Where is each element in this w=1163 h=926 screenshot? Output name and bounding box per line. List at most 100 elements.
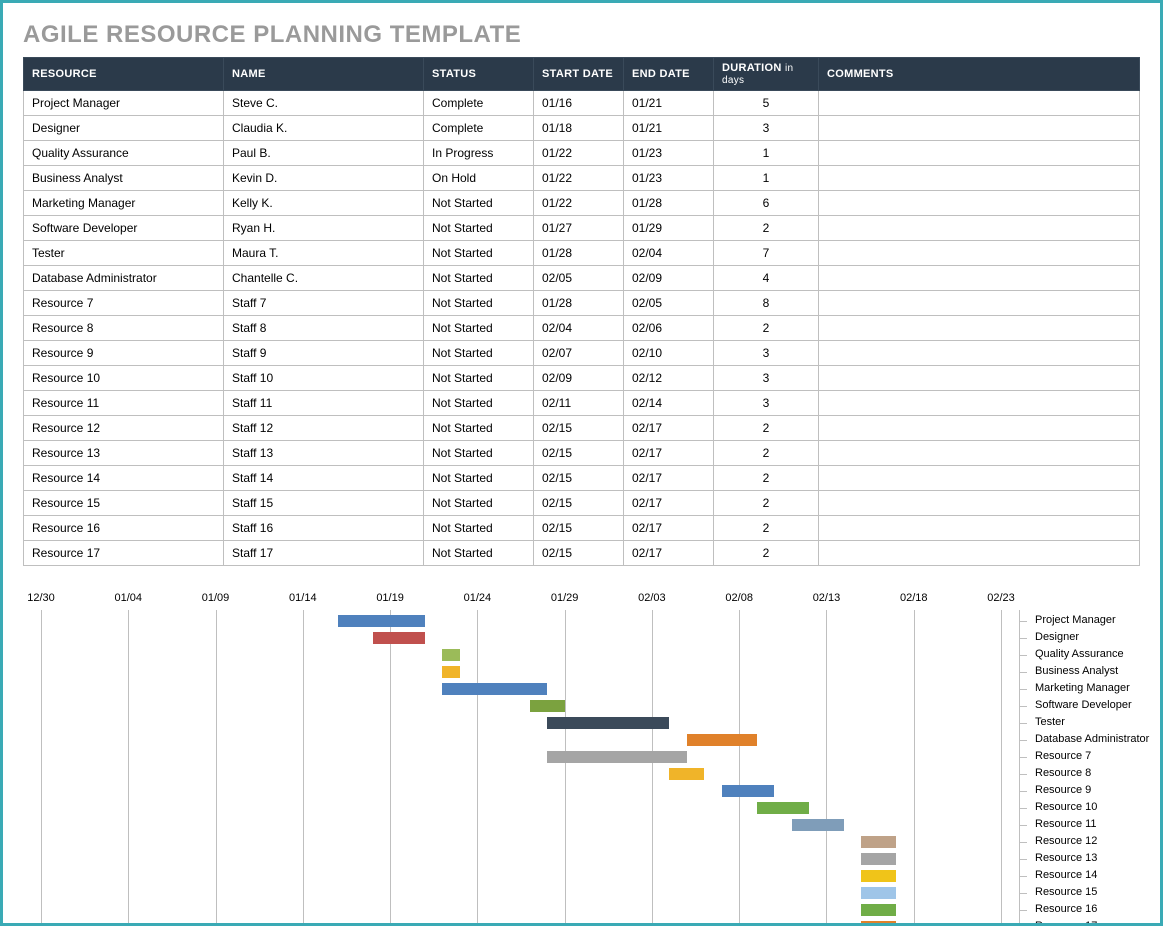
cell: Resource 13 xyxy=(24,441,224,466)
page-title: AGILE RESOURCE PLANNING TEMPLATE xyxy=(23,21,1140,49)
cell xyxy=(819,416,1140,441)
x-axis-tick-label: 02/13 xyxy=(813,592,841,604)
cell: 01/16 xyxy=(534,91,624,116)
cell: 02/04 xyxy=(534,316,624,341)
cell: 02/06 xyxy=(624,316,714,341)
y-axis-label: Software Developer xyxy=(1031,699,1132,711)
cell: Staff 14 xyxy=(224,466,424,491)
y-axis-tick xyxy=(1019,706,1027,707)
cell xyxy=(819,366,1140,391)
gridline xyxy=(914,610,915,926)
table-row: Marketing ManagerKelly K.Not Started01/2… xyxy=(24,191,1140,216)
y-axis-label: Resource 9 xyxy=(1031,784,1091,796)
cell: 01/21 xyxy=(624,91,714,116)
table-row: Software DeveloperRyan H.Not Started01/2… xyxy=(24,216,1140,241)
y-axis-label: Tester xyxy=(1031,716,1065,728)
cell: 02/04 xyxy=(624,241,714,266)
cell: Not Started xyxy=(424,216,534,241)
y-axis-tick xyxy=(1019,774,1027,775)
cell: Resource 16 xyxy=(24,516,224,541)
cell: Not Started xyxy=(424,291,534,316)
cell xyxy=(819,466,1140,491)
cell xyxy=(819,216,1140,241)
cell: 01/27 xyxy=(534,216,624,241)
cell: 02/17 xyxy=(624,491,714,516)
cell: Maura T. xyxy=(224,241,424,266)
y-axis-label: Resource 7 xyxy=(1031,750,1091,762)
cell: 1 xyxy=(714,141,819,166)
cell: Not Started xyxy=(424,516,534,541)
cell: Chantelle C. xyxy=(224,266,424,291)
x-axis-tick-label: 01/24 xyxy=(464,592,492,604)
cell: Not Started xyxy=(424,391,534,416)
cell: Staff 11 xyxy=(224,391,424,416)
cell xyxy=(819,491,1140,516)
x-axis-tick-label: 02/23 xyxy=(987,592,1015,604)
cell: 02/10 xyxy=(624,341,714,366)
table-row: Resource 8Staff 8Not Started02/0402/062 xyxy=(24,316,1140,341)
y-axis-tick xyxy=(1019,842,1027,843)
cell: Resource 9 xyxy=(24,341,224,366)
gantt-bar xyxy=(861,870,896,882)
cell: 02/05 xyxy=(534,266,624,291)
table-row: Database AdministratorChantelle C.Not St… xyxy=(24,266,1140,291)
cell xyxy=(819,391,1140,416)
y-axis-tick xyxy=(1019,757,1027,758)
cell: 01/18 xyxy=(534,116,624,141)
gantt-bar xyxy=(547,717,669,729)
cell: Resource 15 xyxy=(24,491,224,516)
y-axis-tick xyxy=(1019,791,1027,792)
y-axis-label: Resource 14 xyxy=(1031,869,1097,881)
y-axis-label: Business Analyst xyxy=(1031,665,1118,677)
cell xyxy=(819,166,1140,191)
cell: Staff 7 xyxy=(224,291,424,316)
cell: 02/07 xyxy=(534,341,624,366)
cell: Steve C. xyxy=(224,91,424,116)
cell: Resource 7 xyxy=(24,291,224,316)
cell: Not Started xyxy=(424,541,534,566)
cell: Resource 11 xyxy=(24,391,224,416)
cell: 01/22 xyxy=(534,141,624,166)
table-row: Resource 10Staff 10Not Started02/0902/12… xyxy=(24,366,1140,391)
cell: Not Started xyxy=(424,241,534,266)
cell: Staff 13 xyxy=(224,441,424,466)
gantt-bar xyxy=(722,785,774,797)
table-row: Resource 17Staff 17Not Started02/1502/17… xyxy=(24,541,1140,566)
col-duration: DURATION in days xyxy=(714,58,819,91)
gantt-bar xyxy=(442,649,459,661)
cell: 02/14 xyxy=(624,391,714,416)
document-frame: AGILE RESOURCE PLANNING TEMPLATE RESOURC… xyxy=(0,0,1163,926)
cell: Complete xyxy=(424,91,534,116)
cell: 02/17 xyxy=(624,416,714,441)
gridline xyxy=(128,610,129,926)
cell: 01/22 xyxy=(534,166,624,191)
y-axis-tick xyxy=(1019,808,1027,809)
y-axis-label: Database Administrator xyxy=(1031,733,1149,745)
y-axis-tick xyxy=(1019,621,1027,622)
gantt-bar xyxy=(861,904,896,916)
cell: Staff 17 xyxy=(224,541,424,566)
table-row: TesterMaura T.Not Started01/2802/047 xyxy=(24,241,1140,266)
cell: 01/22 xyxy=(534,191,624,216)
x-axis-tick-label: 01/19 xyxy=(376,592,404,604)
cell: 01/28 xyxy=(624,191,714,216)
cell: 1 xyxy=(714,166,819,191)
y-axis-label: Resource 17 xyxy=(1031,920,1097,926)
table-row: Resource 14Staff 14Not Started02/1502/17… xyxy=(24,466,1140,491)
cell: 3 xyxy=(714,366,819,391)
cell: Resource 12 xyxy=(24,416,224,441)
cell: Complete xyxy=(424,116,534,141)
x-axis-tick-label: 01/04 xyxy=(115,592,143,604)
x-axis-tick-label: 02/18 xyxy=(900,592,928,604)
cell xyxy=(819,316,1140,341)
cell: Tester xyxy=(24,241,224,266)
cell: Quality Assurance xyxy=(24,141,224,166)
cell: 2 xyxy=(714,316,819,341)
table-body: Project ManagerSteve C.Complete01/1601/2… xyxy=(24,91,1140,566)
cell: Resource 17 xyxy=(24,541,224,566)
cell: 4 xyxy=(714,266,819,291)
gantt-bar xyxy=(338,615,425,627)
gantt-plot-area: 12/3001/0401/0901/1401/1901/2401/2902/03… xyxy=(41,592,1140,926)
cell: Not Started xyxy=(424,316,534,341)
col-name: NAME xyxy=(224,58,424,91)
